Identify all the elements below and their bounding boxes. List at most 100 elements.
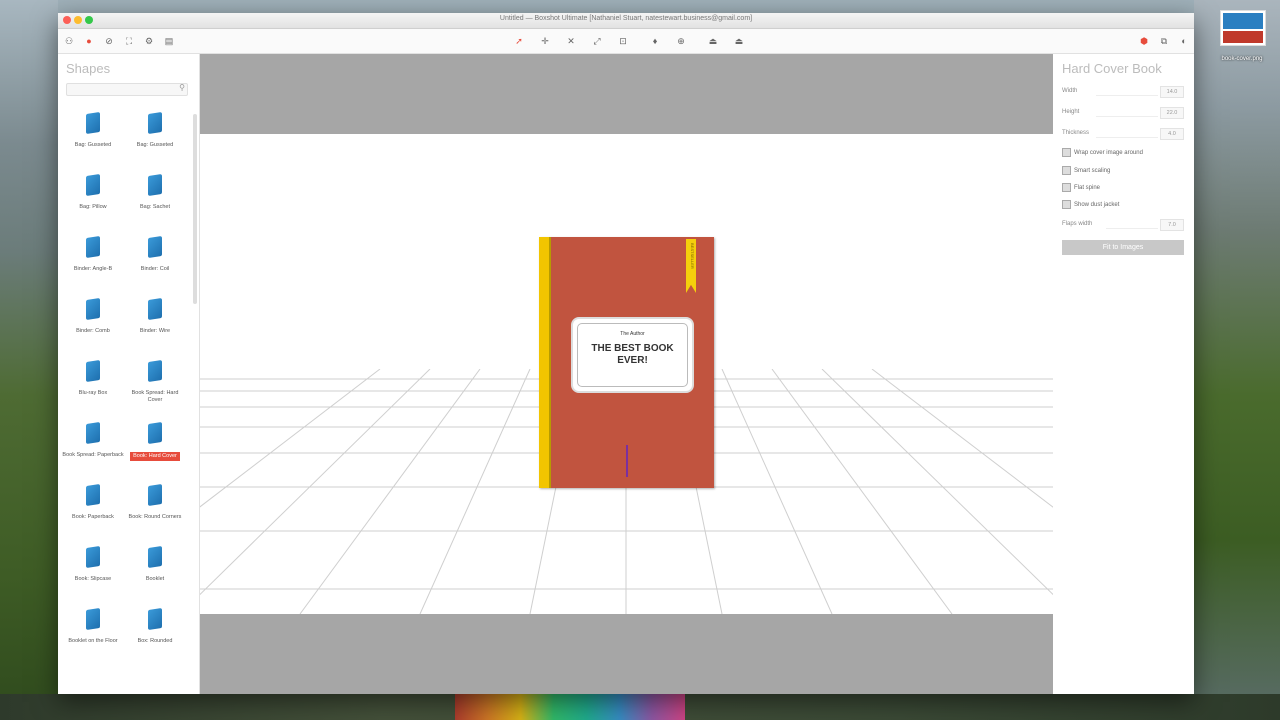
- bag-icon: [148, 112, 162, 134]
- thumbnail-red: [1223, 31, 1263, 43]
- book-icon: [148, 484, 162, 506]
- desktop-left-edge: [0, 0, 58, 720]
- frame-tool-icon[interactable]: ⊡: [616, 34, 630, 48]
- cover-label: The Author THE BEST BOOK EVER!: [571, 317, 694, 393]
- shape-item[interactable]: Booklet: [124, 546, 186, 583]
- properties-title: Hard Cover Book: [1062, 61, 1162, 76]
- fit-to-images-button[interactable]: Fit to Images: [1062, 240, 1184, 255]
- binder-icon: [148, 298, 162, 320]
- checkbox-icon: [1062, 166, 1071, 175]
- cover-label-frame: [577, 323, 688, 387]
- desktop-file-label: book-cover.png: [1221, 56, 1263, 62]
- height-field: Height 22.0: [1062, 107, 1184, 119]
- shape-item[interactable]: Book: Slipcase: [62, 546, 124, 583]
- thickness-label: Thickness: [1062, 130, 1090, 136]
- thickness-field: Thickness 4.0: [1062, 128, 1184, 140]
- binder-icon: [148, 236, 162, 258]
- settings-icon[interactable]: ⊘: [102, 34, 116, 48]
- height-label: Height: [1062, 109, 1080, 115]
- select-tool-icon[interactable]: ➚: [512, 34, 526, 48]
- properties-panel: Hard Cover Book Width 14.0 Height 22.0 T…: [1054, 54, 1194, 694]
- wrap-cover-checkbox[interactable]: Wrap cover image around: [1062, 148, 1187, 158]
- width-input[interactable]: 14.0: [1160, 86, 1184, 98]
- shape-item[interactable]: Bag: Gusseted: [62, 112, 124, 149]
- shapes-panel: Shapes ⚲ Bag: Gusseted Bag: Gusseted Bag…: [58, 54, 200, 694]
- shape-item[interactable]: Booklet on the Floor: [62, 608, 124, 645]
- desktop-right-edge: [1194, 0, 1280, 720]
- slider-track[interactable]: [1096, 95, 1158, 96]
- book-spine: [539, 237, 551, 488]
- title-bar[interactable]: Untitled — Boxshot Ultimate [Nathaniel S…: [58, 13, 1194, 29]
- shape-item[interactable]: Blu-ray Box: [62, 360, 124, 397]
- shape-item[interactable]: Bag: Sachet: [124, 174, 186, 211]
- move-tool-icon[interactable]: ✛: [538, 34, 552, 48]
- thumbnail-sky: [1223, 13, 1263, 29]
- book-icon: [148, 422, 162, 444]
- flaps-width-input[interactable]: 7.0: [1160, 219, 1184, 231]
- toolbar: ⚇ ● ⊘ ⛶ ⚙ ▤ ➚ ✛ ✕ ⤢ ⊡ ♦ ⊕ ⏏ ⏏ ⬢ ⧉ ◐: [58, 29, 1194, 54]
- shape-item[interactable]: Binder: Comb: [62, 298, 124, 335]
- bag-icon: [86, 112, 100, 134]
- scene-icon[interactable]: ▤: [162, 34, 176, 48]
- book-spread-icon: [86, 422, 100, 444]
- shapes-search-input[interactable]: ⚲: [66, 83, 188, 96]
- thickness-input[interactable]: 4.0: [1160, 128, 1184, 140]
- flaps-width-field: Flaps width 7.0: [1062, 219, 1184, 231]
- rotate-tool-icon[interactable]: ✕: [564, 34, 578, 48]
- light-tool-icon[interactable]: ♦: [648, 34, 662, 48]
- booklet-icon: [86, 608, 100, 630]
- options-icon[interactable]: ⚙: [142, 34, 156, 48]
- booklet-icon: [148, 546, 162, 568]
- shape-item[interactable]: Binder: Angle-B: [62, 236, 124, 273]
- box-icon: [148, 608, 162, 630]
- shape-item[interactable]: Bag: Pillow: [62, 174, 124, 211]
- 3d-viewport[interactable]: BESTSELLER The Author THE BEST BOOK EVER…: [200, 54, 1053, 694]
- window-title: Untitled — Boxshot Ultimate [Nathaniel S…: [499, 15, 753, 22]
- shape-item[interactable]: Binder: Wire: [124, 298, 186, 335]
- render-icon[interactable]: ⏏: [732, 34, 746, 48]
- desktop-file-icon[interactable]: [1220, 10, 1266, 46]
- bag-icon: [86, 174, 100, 196]
- snapshot-icon[interactable]: ⏏: [706, 34, 720, 48]
- shape-item[interactable]: Binder: Coil: [124, 236, 186, 273]
- app-window: Untitled — Boxshot Ultimate [Nathaniel S…: [58, 13, 1194, 694]
- scale-tool-icon[interactable]: ⤢: [590, 34, 604, 48]
- slider-track[interactable]: [1106, 228, 1158, 229]
- dust-jacket-checkbox[interactable]: Show dust jacket: [1062, 200, 1187, 210]
- shape-item[interactable]: Box: Rounded: [124, 608, 186, 645]
- flat-spine-checkbox[interactable]: Flat spine: [1062, 183, 1187, 193]
- smart-scaling-checkbox[interactable]: Smart scaling: [1062, 166, 1187, 176]
- binder-icon: [86, 236, 100, 258]
- shapes-panel-title: Shapes: [66, 61, 111, 76]
- bookmark-thread: [626, 445, 628, 477]
- slider-track[interactable]: [1096, 137, 1158, 138]
- shape-item[interactable]: Book: Round Corners: [124, 484, 186, 521]
- width-label: Width: [1062, 88, 1078, 94]
- height-input[interactable]: 22.0: [1160, 107, 1184, 119]
- book-icon: [86, 484, 100, 506]
- viewport-bottom-band: [200, 614, 1053, 694]
- record-icon[interactable]: ●: [82, 34, 96, 48]
- shapes-scrollbar[interactable]: [193, 114, 197, 304]
- shape-item[interactable]: Book: Paperback: [62, 484, 124, 521]
- checkbox-icon: [1062, 183, 1071, 192]
- preferences-icon[interactable]: ◐: [1177, 34, 1191, 48]
- camera-tool-icon[interactable]: ⊕: [674, 34, 688, 48]
- slider-track[interactable]: [1096, 116, 1158, 117]
- bag-icon: [148, 174, 162, 196]
- book-spread-icon: [148, 360, 162, 382]
- checkbox-icon: [1062, 148, 1071, 157]
- book-icon: [86, 546, 100, 568]
- fit-view-icon[interactable]: ⛶: [122, 34, 136, 48]
- user-icon[interactable]: ⚇: [62, 34, 76, 48]
- layers-icon[interactable]: ⧉: [1157, 34, 1171, 48]
- shape-item[interactable]: Book Spread: Paperback: [62, 422, 124, 459]
- dock-preview: [455, 694, 685, 720]
- shape-item-selected[interactable]: Book: Hard Cover: [124, 422, 186, 462]
- book-model[interactable]: BESTSELLER The Author THE BEST BOOK EVER…: [539, 237, 714, 488]
- ribbon-text: BESTSELLER: [690, 243, 695, 269]
- render-red-icon[interactable]: ⬢: [1137, 34, 1151, 48]
- viewport-top-band: [200, 54, 1053, 134]
- shape-item[interactable]: Book Spread: Hard Cover: [124, 360, 186, 404]
- shape-item[interactable]: Bag: Gusseted: [124, 112, 186, 149]
